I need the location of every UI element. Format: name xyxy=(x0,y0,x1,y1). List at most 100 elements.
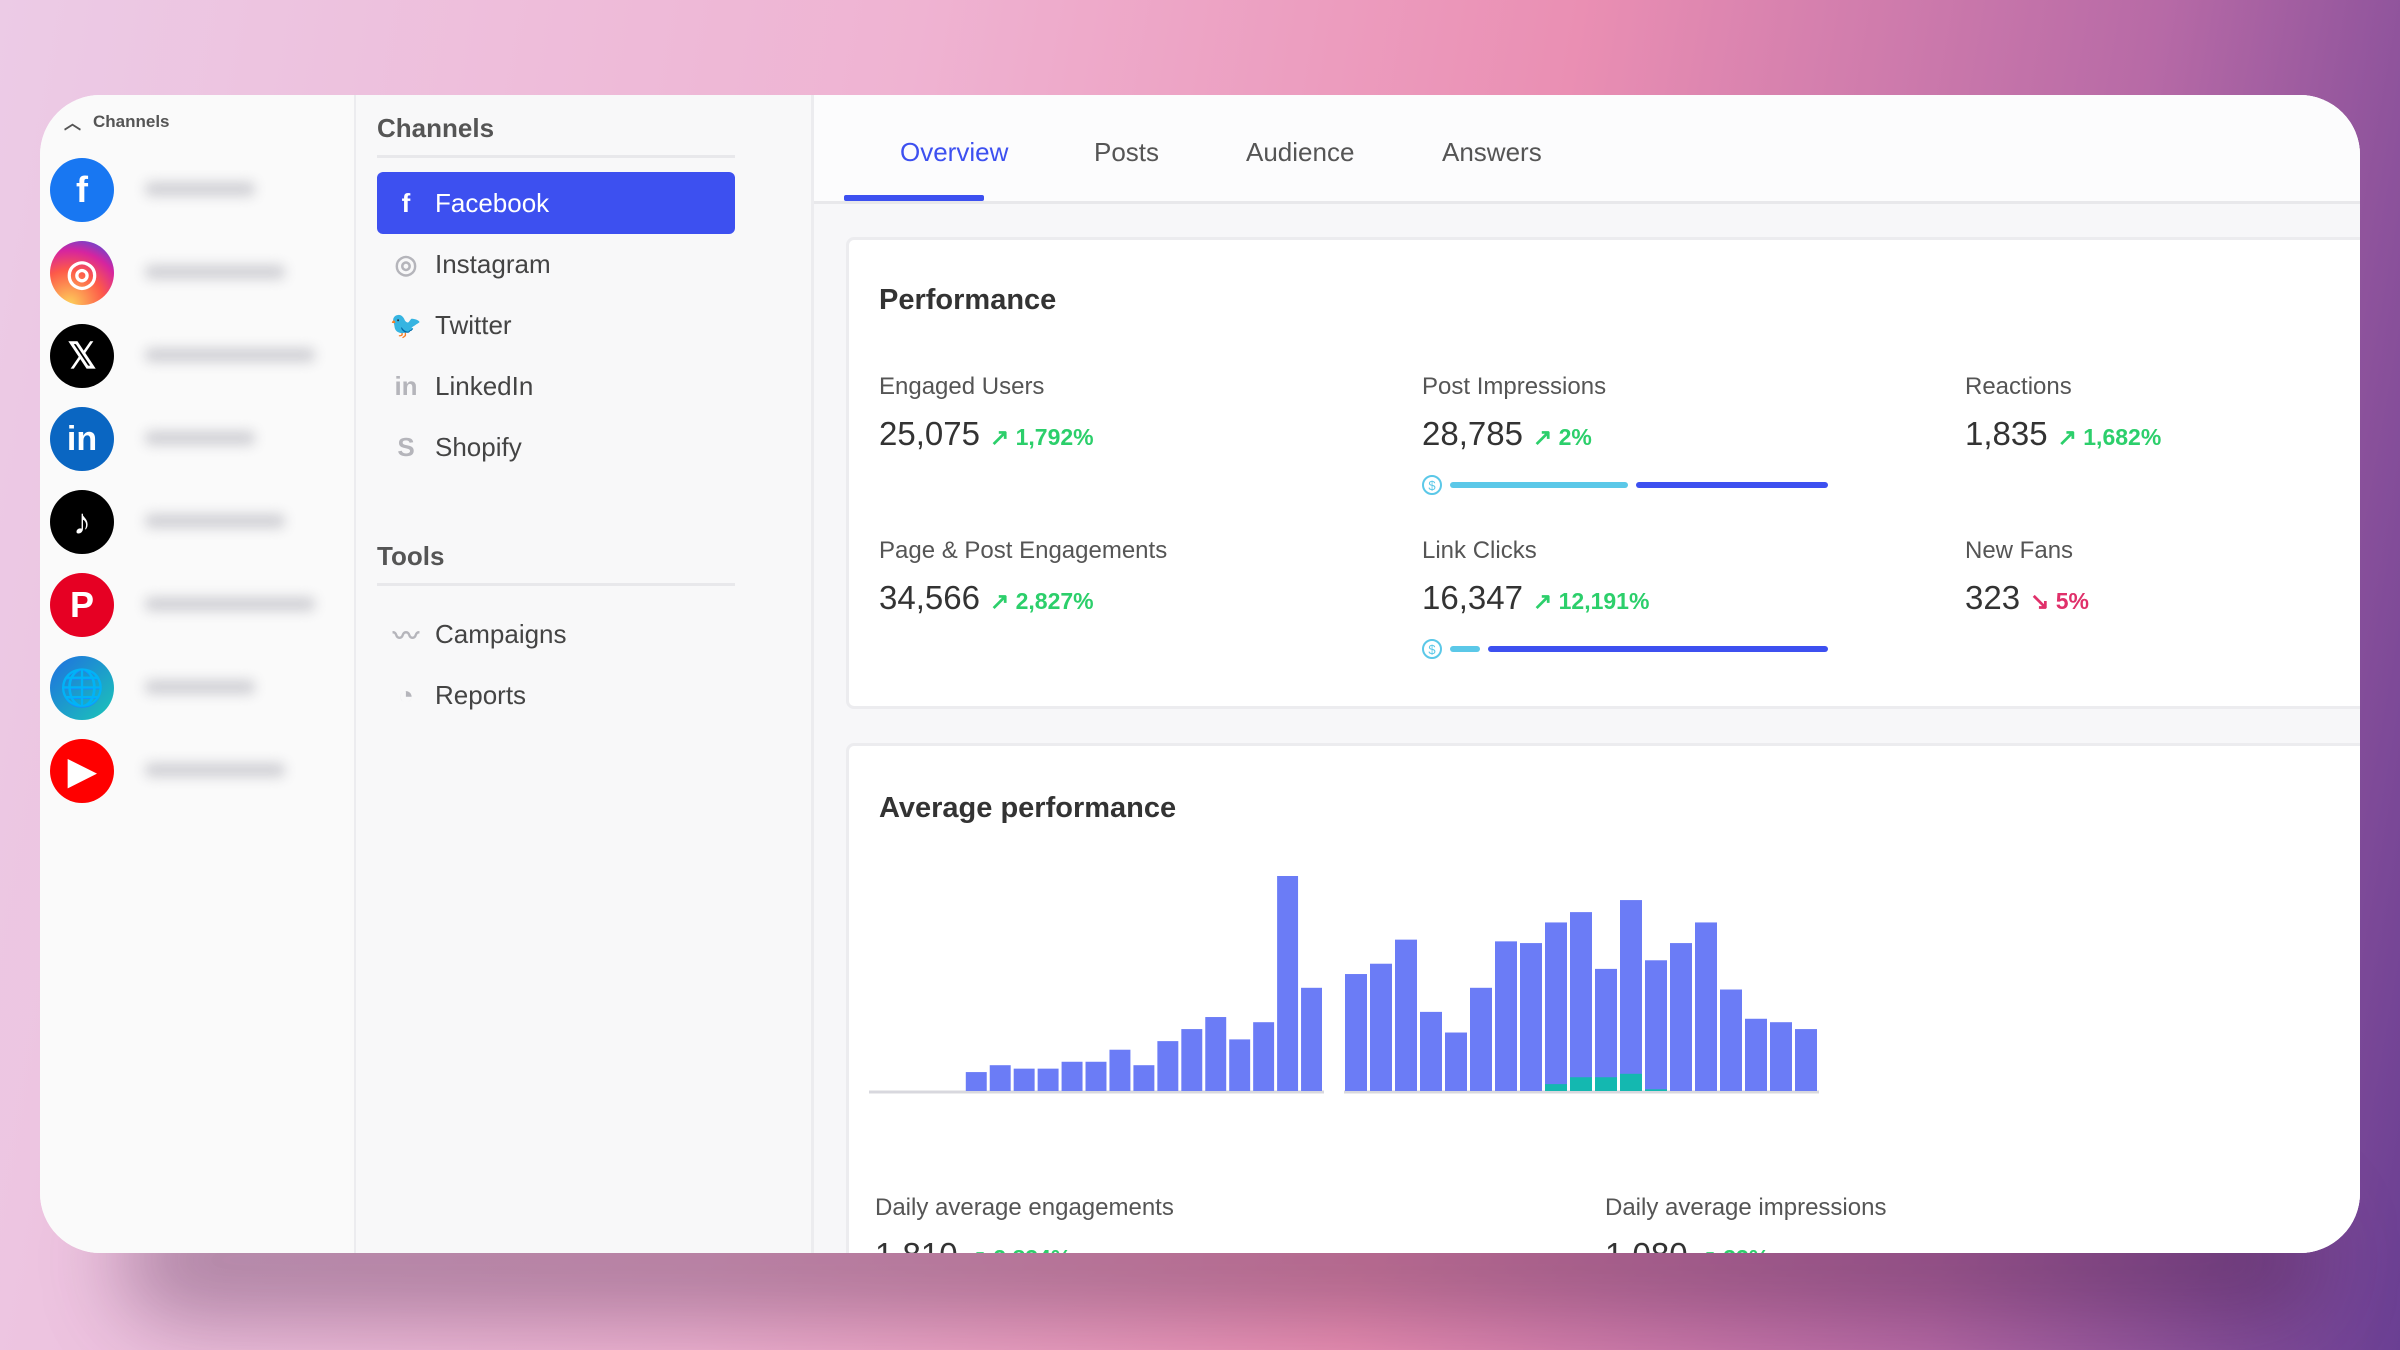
channel-account-5[interactable]: P xyxy=(50,573,114,637)
metric-value: 323 xyxy=(1965,579,2021,616)
engagements-bar[interactable] xyxy=(1037,1068,1059,1091)
impressions-bar[interactable] xyxy=(1445,1032,1467,1091)
engagements-bar[interactable] xyxy=(1085,1061,1107,1091)
engagements-bar[interactable] xyxy=(1109,1049,1131,1091)
metric-label: Reactions xyxy=(1965,373,2072,400)
impressions-bar[interactable] xyxy=(1645,960,1667,1091)
engagements-bar[interactable] xyxy=(1229,1039,1251,1091)
channel-account-6[interactable]: 🌐 xyxy=(50,656,114,720)
engagements-bar[interactable] xyxy=(965,1072,987,1091)
impressions-bar[interactable] xyxy=(1695,922,1717,1091)
impressions-bar[interactable] xyxy=(1345,974,1367,1091)
performance-title: Performance xyxy=(879,284,1057,316)
engagements-bar[interactable] xyxy=(1061,1061,1083,1091)
linkedin-icon: in xyxy=(394,370,418,401)
metric-change: ↗ 2,827% xyxy=(989,588,1094,614)
impressions-chart-label: Daily average impressions xyxy=(1605,1194,1887,1221)
impressions-bar[interactable] xyxy=(1795,1029,1817,1091)
impressions-bar[interactable] xyxy=(1570,1077,1592,1091)
channel-account-0[interactable]: f xyxy=(50,158,114,222)
impressions-bar[interactable] xyxy=(1545,922,1567,1091)
dollar-coin-icon: $ xyxy=(1422,639,1442,659)
impressions-change: ↗ 33% xyxy=(1698,1245,1770,1253)
tab-overview[interactable]: Overview xyxy=(900,137,1008,168)
engagements-bar[interactable] xyxy=(989,1065,1011,1091)
tab-answers[interactable]: Answers xyxy=(1442,137,1542,168)
tiktok-icon: ♪ xyxy=(73,501,91,542)
channel-account-1[interactable]: ◎ xyxy=(50,241,114,305)
impressions-bar[interactable] xyxy=(1620,900,1642,1091)
dollar-coin-icon: $ xyxy=(1422,475,1442,495)
paid-segment xyxy=(1450,482,1628,488)
engagements-value: 1,810 xyxy=(875,1236,958,1253)
impressions-bar[interactable] xyxy=(1420,1011,1442,1091)
metric-value: 25,075 xyxy=(879,415,980,452)
channels-collapse-toggle[interactable]: ︿ Channels xyxy=(64,109,170,134)
impressions-bar[interactable] xyxy=(1595,968,1617,1091)
metric-label: Post Impressions xyxy=(1422,373,1607,400)
shopify-icon: S xyxy=(397,431,415,462)
impressions-bar[interactable] xyxy=(1520,943,1542,1091)
impressions-bar[interactable] xyxy=(1620,1073,1642,1091)
nav-item-label: Campaigns xyxy=(435,618,567,649)
engagements-bar[interactable] xyxy=(1133,1065,1155,1091)
metric-label: New Fans xyxy=(1965,537,2074,564)
metric-value: 16,347 xyxy=(1422,579,1523,616)
engagements-bar[interactable] xyxy=(1181,1029,1203,1091)
impressions-bar[interactable] xyxy=(1720,989,1742,1091)
impressions-bar[interactable] xyxy=(1370,963,1392,1091)
paid-segment xyxy=(1450,646,1480,652)
engagements-change: ↗ 2,834% xyxy=(968,1245,1072,1253)
nav-item-instagram[interactable]: ◎ Instagram xyxy=(377,233,735,295)
instagram-icon: ◎ xyxy=(66,252,98,293)
impressions-bar[interactable] xyxy=(1395,939,1417,1091)
channel-account-4[interactable]: ♪ xyxy=(50,490,114,554)
tab-bar: Overview Posts Audience Answers xyxy=(814,95,2360,204)
average-performance-charts xyxy=(869,876,1819,1094)
engagements-bar[interactable] xyxy=(1205,1017,1227,1091)
pinterest-icon: P xyxy=(69,584,94,625)
nav-item-shopify[interactable]: S Shopify xyxy=(377,416,735,478)
impressions-bar[interactable] xyxy=(1570,912,1592,1091)
tab-posts[interactable]: Posts xyxy=(1094,137,1159,168)
arrow-up-right-icon: ↗ xyxy=(989,424,1010,450)
nav-item-facebook[interactable]: f Facebook xyxy=(377,172,735,234)
impressions-bar[interactable] xyxy=(1645,1089,1667,1091)
engagements-summary: 1,810 ↗ 2,834% xyxy=(875,1236,1071,1253)
metric-engaged-users: Engaged Users 25,075 ↗ 1,792% xyxy=(879,373,1094,453)
impressions-bar[interactable] xyxy=(1670,943,1692,1091)
divider xyxy=(377,155,735,158)
blurred-account-name xyxy=(145,680,255,694)
impressions-bar[interactable] xyxy=(1745,1018,1767,1091)
nav-item-campaigns[interactable]: 〰 Campaigns xyxy=(377,603,735,665)
nav-item-linkedin[interactable]: in LinkedIn xyxy=(377,355,735,417)
engagements-bar[interactable] xyxy=(1157,1041,1179,1091)
channel-account-3[interactable]: in xyxy=(50,407,114,471)
engagements-bar[interactable] xyxy=(1301,987,1322,1091)
paid-organic-bar: $ xyxy=(1422,475,1832,495)
paid-organic-bar: $ xyxy=(1422,639,1832,659)
metric-value: 1,835 xyxy=(1965,415,2048,452)
nav-item-twitter[interactable]: 🐦 Twitter xyxy=(377,294,735,356)
metric-change: ↗ 1,792% xyxy=(989,424,1094,450)
impressions-bar[interactable] xyxy=(1770,1022,1792,1091)
metric-label: Engaged Users xyxy=(879,373,1045,400)
engagements-bar[interactable] xyxy=(1277,876,1299,1091)
channel-account-7[interactable]: ▶ xyxy=(50,739,114,803)
organic-segment xyxy=(1635,482,1828,488)
nav-item-reports[interactable]: ◔ Reports xyxy=(377,664,735,726)
website-globe-icon: 🌐 xyxy=(59,667,105,708)
impressions-bar[interactable] xyxy=(1595,1077,1617,1091)
chevron-up-icon: ︿ xyxy=(64,114,81,133)
tab-audience[interactable]: Audience xyxy=(1246,137,1354,168)
impressions-bar[interactable] xyxy=(1470,987,1492,1091)
blurred-account-name xyxy=(145,348,315,362)
blurred-account-name xyxy=(145,597,315,611)
impressions-bar[interactable] xyxy=(1495,941,1517,1091)
impressions-bar[interactable] xyxy=(1545,1084,1567,1091)
main-content: Overview Posts Audience Answers Performance… xyxy=(814,95,2360,1253)
engagements-bar[interactable] xyxy=(1013,1068,1035,1091)
engagements-bar[interactable] xyxy=(1253,1022,1275,1091)
facebook-icon: f xyxy=(76,169,88,210)
channel-account-2[interactable]: 𝕏 xyxy=(50,324,114,388)
